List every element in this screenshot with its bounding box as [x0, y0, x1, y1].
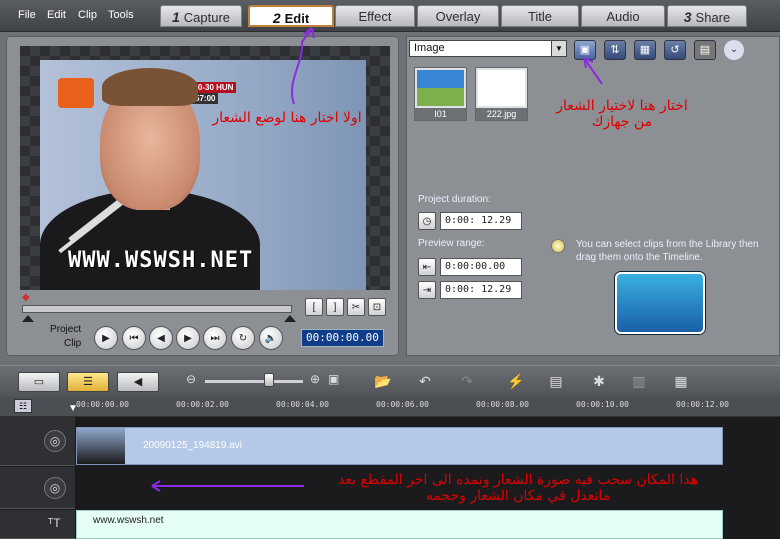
ruler-tick-label: 00:00:12.00	[676, 400, 729, 409]
cut-clip-icon[interactable]: ✂	[347, 298, 365, 316]
lightbulb-icon	[551, 239, 565, 253]
mark-in-button[interactable]: [	[305, 298, 323, 316]
tab-share[interactable]: 3 Share	[667, 5, 747, 27]
annotation-library: اختار هنا لاختيار الشعار من جهازك	[556, 98, 688, 130]
menu-file[interactable]: File	[18, 9, 36, 21]
timecode-display[interactable]: 00:00:00.00	[301, 329, 384, 347]
expand-icon[interactable]: ⌄	[724, 40, 744, 60]
library-manager-icon[interactable]: ▦	[634, 40, 656, 60]
scrubber-handle-icon[interactable]: ◆	[22, 292, 34, 304]
ruler-tick-label: 00:00:02.00	[176, 400, 229, 409]
library-category-select[interactable]: Image ▼	[409, 40, 567, 57]
annotation-arrow	[151, 480, 304, 492]
play-icon[interactable]: ▶	[94, 326, 118, 350]
range-end-icon: ⇥	[418, 281, 436, 299]
previous-frame-icon[interactable]: ◀	[149, 326, 173, 350]
redo-icon[interactable]: ↷	[456, 371, 478, 391]
preview-range-label: Preview range:	[418, 238, 485, 249]
clip-mode-label[interactable]: Clip	[64, 338, 81, 349]
project-mode-label[interactable]: Project	[50, 324, 81, 335]
annotation-preview: اولا اختار هنا لوضع الشعار	[212, 110, 362, 126]
tab-capture[interactable]: 1 Capture	[160, 5, 242, 27]
chevron-down-icon: ▼	[551, 41, 566, 56]
auto-music-icon[interactable]: ▦	[670, 371, 692, 391]
options-icon[interactable]: ▤	[694, 40, 716, 60]
range-end-field[interactable]: 0:00: 12.29	[440, 281, 522, 299]
video-track-icon[interactable]: ◎	[44, 430, 66, 452]
mark-out-button[interactable]: ]	[326, 298, 344, 316]
tab-title[interactable]: Title	[501, 5, 579, 27]
library-hint: You can select clips from the Library th…	[576, 239, 759, 263]
annotation-arrow	[583, 57, 603, 85]
menu-tools[interactable]: Tools	[108, 9, 134, 21]
repeat-icon[interactable]: ↻	[231, 326, 255, 350]
undo-icon[interactable]: ↶	[414, 371, 436, 391]
thumb-image	[417, 70, 464, 106]
thumb-label: I01	[415, 108, 466, 120]
next-frame-icon[interactable]: ▶	[176, 326, 200, 350]
trim-start-marker[interactable]	[22, 314, 34, 322]
fit-project-icon[interactable]: ▣	[328, 372, 339, 386]
title-track-header: ᵀT	[0, 510, 75, 539]
timeline-view-button[interactable]: ☰	[67, 372, 109, 392]
timeline-settings-icon[interactable]: ☷	[14, 399, 32, 413]
library-thumb-1[interactable]: I01	[414, 67, 467, 121]
title-clip-text: www.wswsh.net	[93, 515, 164, 526]
overlay-track-icon[interactable]: ◎	[44, 477, 66, 499]
preview-scrubber[interactable]	[22, 305, 292, 313]
zoom-slider-thumb[interactable]	[264, 373, 274, 387]
range-start-field[interactable]: 0:00:00.00	[440, 258, 522, 276]
end-icon[interactable]: ⏭	[203, 326, 227, 350]
storyboard-view-button[interactable]: ▭	[18, 372, 60, 392]
ruler-tick-label: 00:00:10.00	[576, 400, 629, 409]
chapter-point-icon[interactable]: ✱	[588, 371, 610, 391]
smart-render-icon[interactable]: ⚡	[505, 371, 527, 391]
video-track-header: ◎	[0, 417, 75, 466]
menu-clip[interactable]: Clip	[78, 9, 97, 21]
title-clip[interactable]: www.wswsh.net	[76, 510, 723, 539]
ruler-tick-label: 00:00:08.00	[476, 400, 529, 409]
channel-logo	[58, 78, 94, 108]
zoom-slider[interactable]	[205, 380, 303, 383]
clock-icon: ◷	[418, 212, 436, 230]
ruler-tick-label: 00:00:06.00	[376, 400, 429, 409]
ruler-tick-label: 00:00:04.00	[276, 400, 329, 409]
trim-end-marker[interactable]	[284, 314, 296, 322]
thumb-label: 222.jpg	[476, 108, 527, 120]
video-clip[interactable]: 20090125_194819.avi	[76, 427, 723, 465]
zoom-in-icon[interactable]: ⊕	[310, 372, 320, 386]
project-duration-label: Project duration:	[418, 194, 491, 205]
tab-effect[interactable]: Effect	[335, 5, 415, 27]
thumb-image	[478, 70, 525, 106]
player-hair	[102, 68, 198, 106]
tab-overlay[interactable]: Overlay	[417, 5, 499, 27]
video-watermark: WWW.WSWSH.NET	[68, 248, 254, 273]
audio-view-button[interactable]: ◀	[117, 372, 159, 392]
site-logo	[615, 272, 705, 334]
volume-icon[interactable]: 🔈	[259, 326, 283, 350]
refresh-icon[interactable]: ↺	[664, 40, 686, 60]
video-clip-name: 20090125_194819.avi	[143, 440, 242, 451]
menu-edit[interactable]: Edit	[47, 9, 66, 21]
library-thumb-2[interactable]: 222.jpg	[475, 67, 528, 121]
enlarge-icon[interactable]: ⊡	[368, 298, 386, 316]
tab-audio[interactable]: Audio	[581, 5, 665, 27]
track-manager-icon[interactable]: ▤	[545, 371, 567, 391]
overlay-track-header: ◎	[0, 467, 75, 509]
clip-thumbnail	[77, 428, 125, 464]
project-duration-field[interactable]: 0:00: 12.29	[440, 212, 522, 230]
ruler-tick-label: 00:00:00.00	[76, 400, 129, 409]
home-icon[interactable]: ⏮	[122, 326, 146, 350]
annotation-timeline: هذا المكان سحب فيه صورة الشعار ونمده الى…	[337, 472, 699, 504]
insert-media-icon[interactable]: 📂	[372, 371, 394, 391]
zoom-out-icon[interactable]: ⊖	[186, 372, 196, 386]
record-capture-icon[interactable]: ▥	[628, 371, 650, 391]
title-track-icon[interactable]: ᵀT	[48, 516, 61, 530]
range-start-icon: ⇤	[418, 258, 436, 276]
annotation-arrow	[291, 27, 315, 105]
